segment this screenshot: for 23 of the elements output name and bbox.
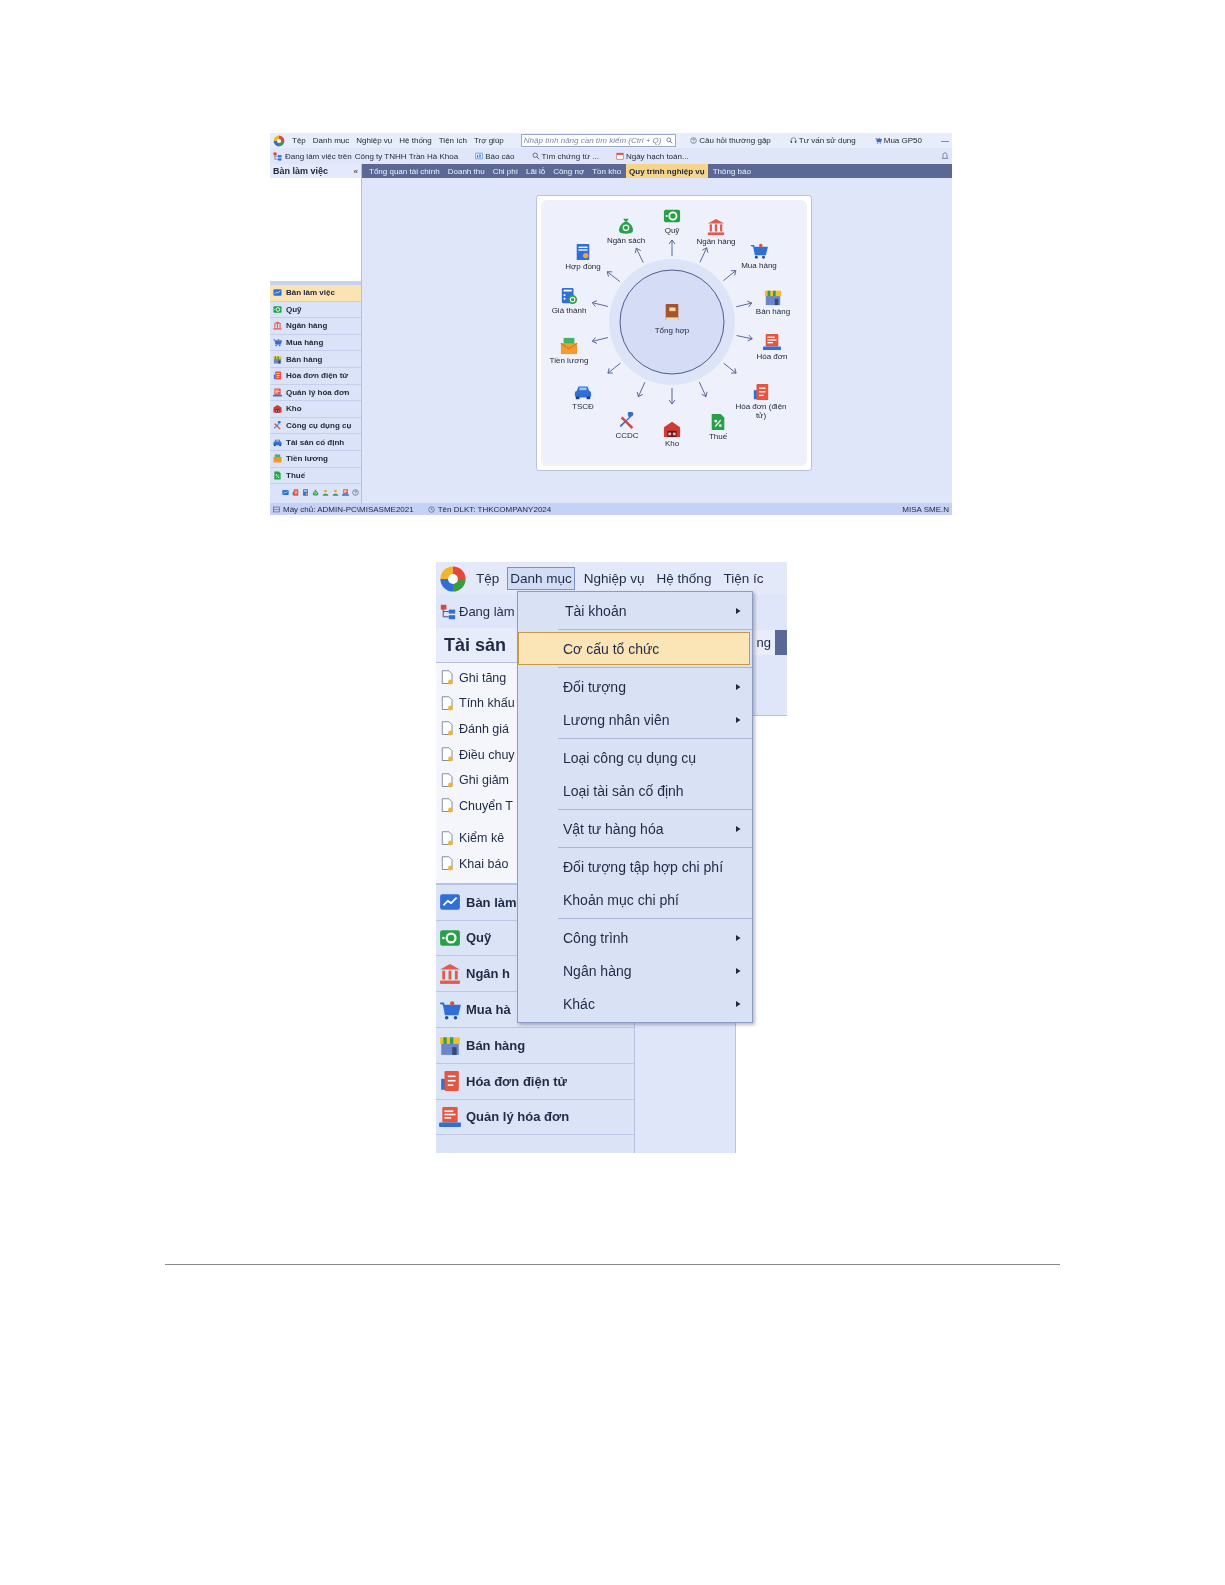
- node-label: CCDC: [615, 431, 639, 441]
- sidebar-title: Bàn làm việc: [273, 166, 329, 176]
- node-label: Ngân hàng: [696, 237, 736, 247]
- database-info: Tên DLKT: THKCOMPANY2024: [437, 504, 552, 514]
- node-label: Quỹ: [664, 226, 680, 236]
- workspace-label: Đang làm việc trên: [285, 151, 352, 161]
- node-label: Mua hàng: [741, 261, 777, 271]
- company-name: Công ty TNHH Trần Hà Khoa: [354, 151, 459, 161]
- node-label: Hợp đồng: [565, 262, 601, 272]
- product-name: MISA SME.N: [902, 504, 949, 514]
- node-label: TSCĐ: [572, 402, 594, 412]
- node-label: Ngân sách: [606, 236, 646, 246]
- node-label: Bán hàng: [755, 307, 791, 317]
- node-label: Tổng hợp: [654, 326, 690, 336]
- node-label: Hóa đơn: [756, 352, 788, 362]
- server-info: Máy chủ: ADMIN-PC\MISASME2021: [283, 504, 414, 514]
- workspace-label: Đang làm: [459, 604, 515, 619]
- sidebar-title: Tài sản: [444, 634, 507, 656]
- node-label: Tiền lương: [549, 356, 589, 366]
- node-label: Thuế: [708, 432, 728, 442]
- node-label: Hóa đơn (điện tử): [734, 402, 788, 421]
- node-label: Kho: [664, 439, 680, 449]
- node-label: Giá thành: [551, 306, 587, 316]
